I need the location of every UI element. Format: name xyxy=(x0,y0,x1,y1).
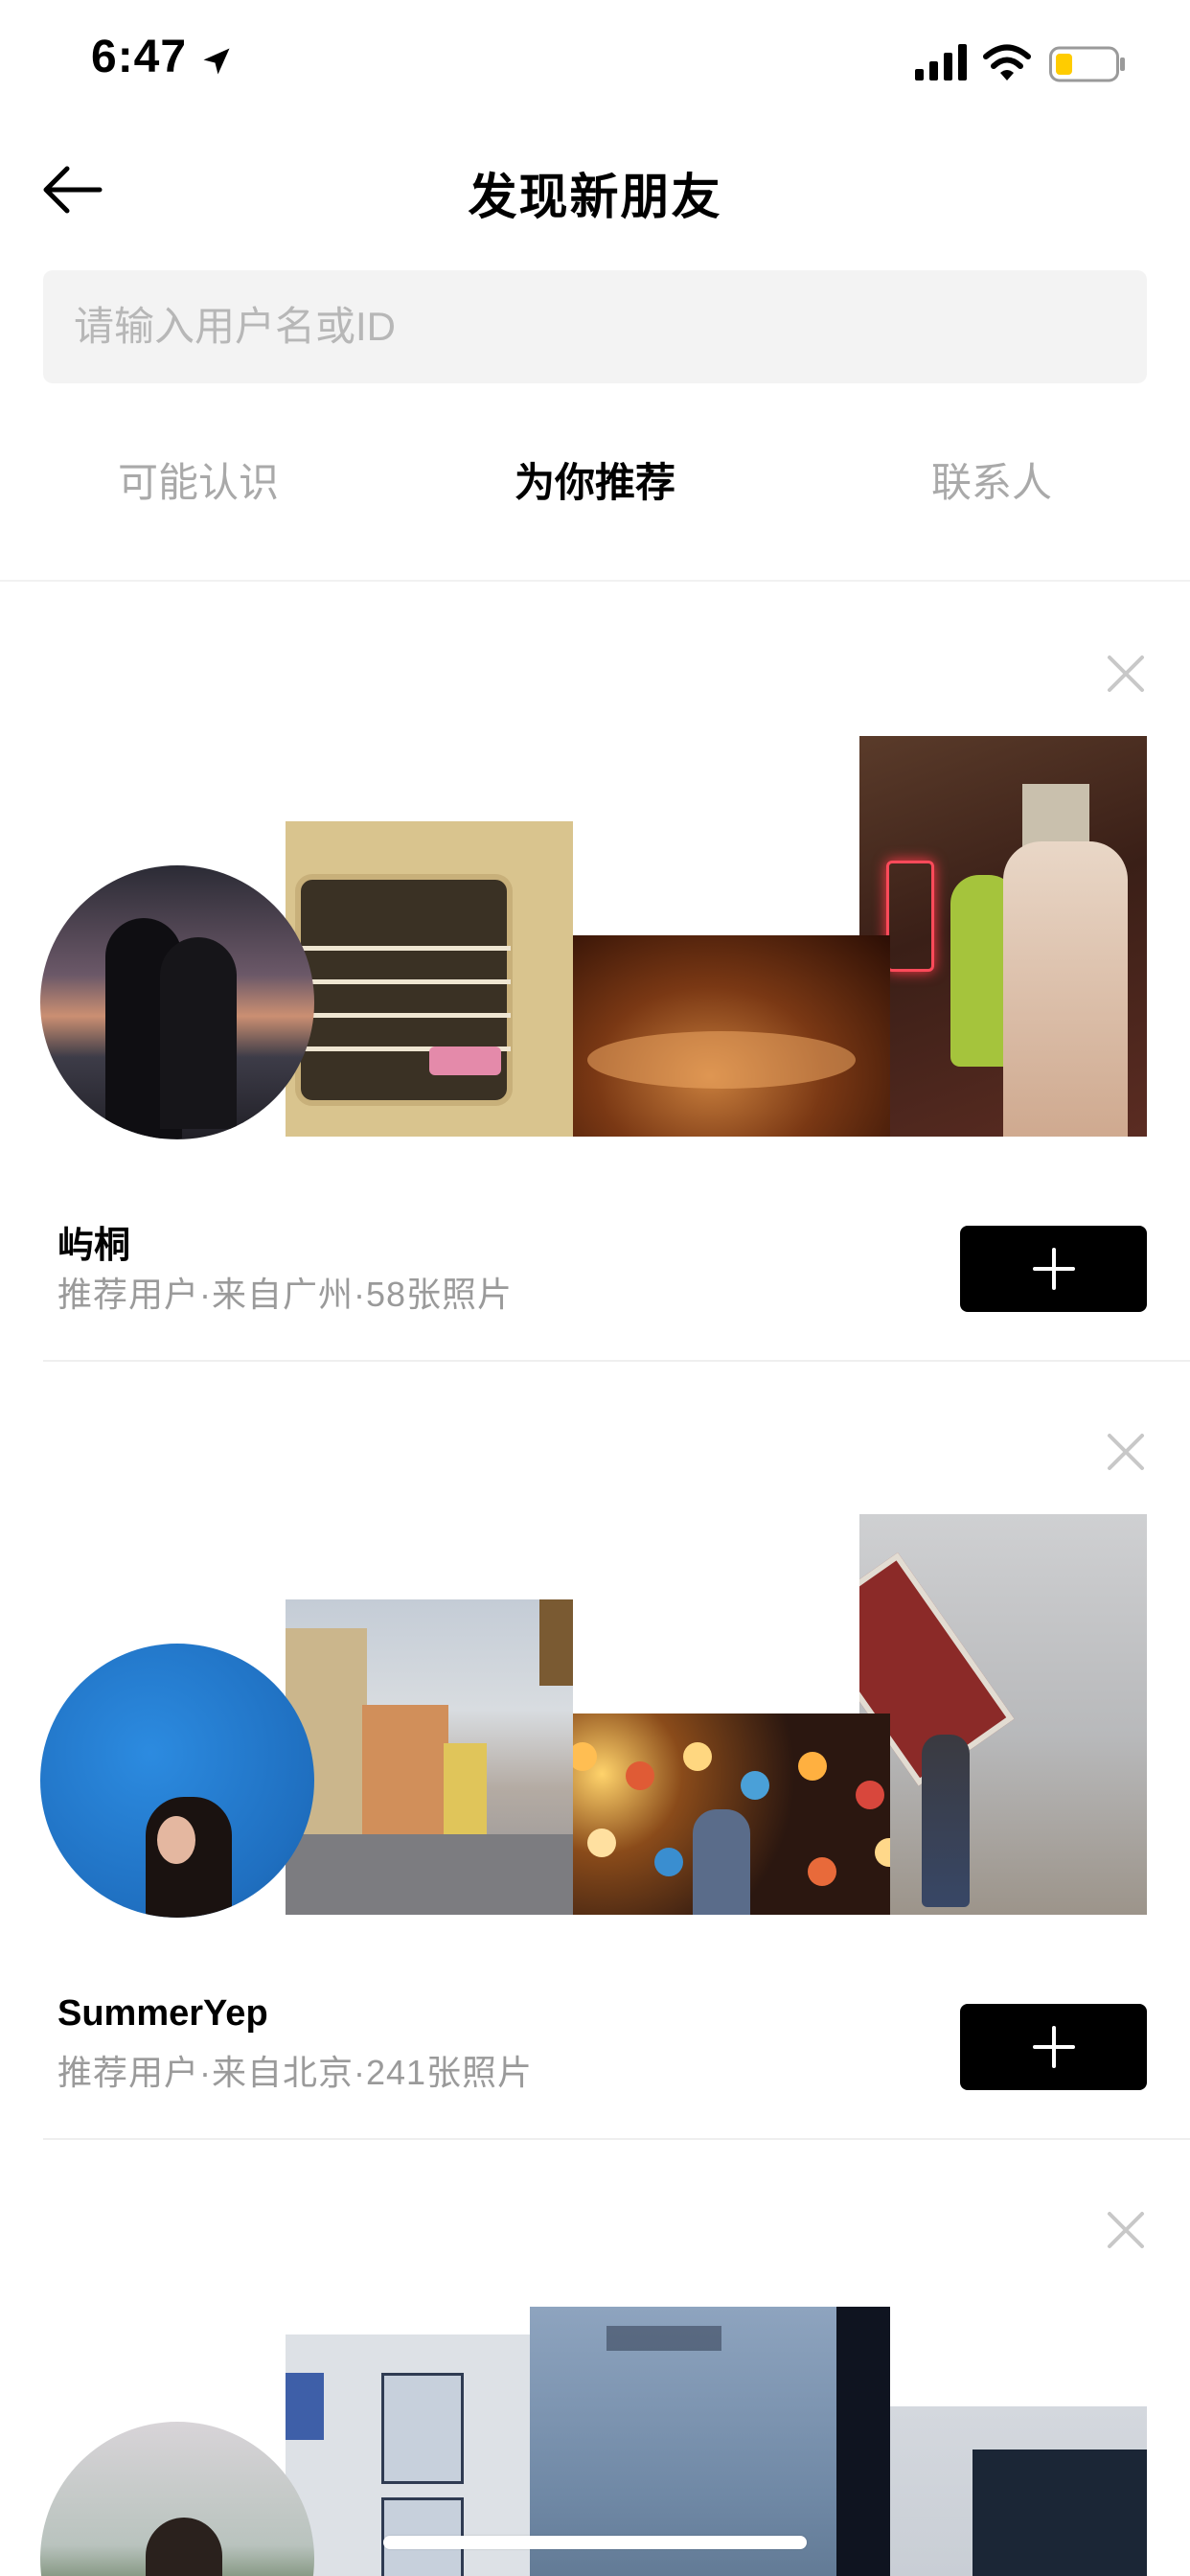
user-photo[interactable] xyxy=(286,1599,573,1915)
wifi-icon xyxy=(983,44,1031,80)
search-input[interactable] xyxy=(43,270,1147,383)
user-card: SummerYep 推荐用户·来自北京·241张照片 xyxy=(0,1363,1190,2141)
tab-recommended[interactable]: 为你推荐 xyxy=(397,450,793,509)
avatar[interactable] xyxy=(40,2422,314,2576)
user-name[interactable]: 屿桐 xyxy=(57,1215,130,1268)
card-divider xyxy=(43,1360,1190,1362)
plus-icon xyxy=(1033,1248,1075,1290)
user-photo[interactable] xyxy=(859,2406,1147,2576)
status-bar: 6:47 xyxy=(0,0,1190,125)
plus-icon xyxy=(1033,2026,1075,2068)
location-arrow-icon xyxy=(203,48,230,75)
user-card: 屿桐 推荐用户·来自广州·58张照片 xyxy=(0,585,1190,1363)
user-card xyxy=(0,2141,1190,2576)
user-photo[interactable] xyxy=(286,821,573,1137)
nav-bar: 发现新朋友 xyxy=(0,134,1190,249)
avatar[interactable] xyxy=(40,865,314,1139)
close-icon[interactable] xyxy=(1104,1430,1148,1474)
user-photo[interactable] xyxy=(530,1714,890,1915)
follow-button[interactable] xyxy=(960,2004,1147,2090)
card-divider xyxy=(43,2138,1190,2140)
close-icon[interactable] xyxy=(1104,652,1148,696)
user-photo[interactable] xyxy=(859,736,1147,1137)
status-time: 6:47 xyxy=(91,32,188,82)
tabs-divider xyxy=(0,580,1190,582)
tab-bar: 可能认识 为你推荐 联系人 xyxy=(0,450,1190,541)
tab-contacts[interactable]: 联系人 xyxy=(793,450,1190,509)
user-name[interactable]: SummerYep xyxy=(57,1993,268,2035)
user-meta: 推荐用户·来自广州·58张照片 xyxy=(57,1275,514,1314)
home-indicator xyxy=(383,2536,807,2549)
cellular-signal-icon xyxy=(915,44,967,80)
user-meta: 推荐用户·来自北京·241张照片 xyxy=(57,2053,534,2092)
user-photo[interactable] xyxy=(530,935,890,1137)
battery-icon xyxy=(1049,46,1125,82)
user-photo[interactable] xyxy=(859,1514,1147,1915)
avatar[interactable] xyxy=(40,1644,314,1918)
tab-maybe-know[interactable]: 可能认识 xyxy=(0,450,397,509)
close-icon[interactable] xyxy=(1104,2208,1148,2252)
follow-button[interactable] xyxy=(960,1226,1147,1312)
page-title: 发现新朋友 xyxy=(468,170,722,224)
